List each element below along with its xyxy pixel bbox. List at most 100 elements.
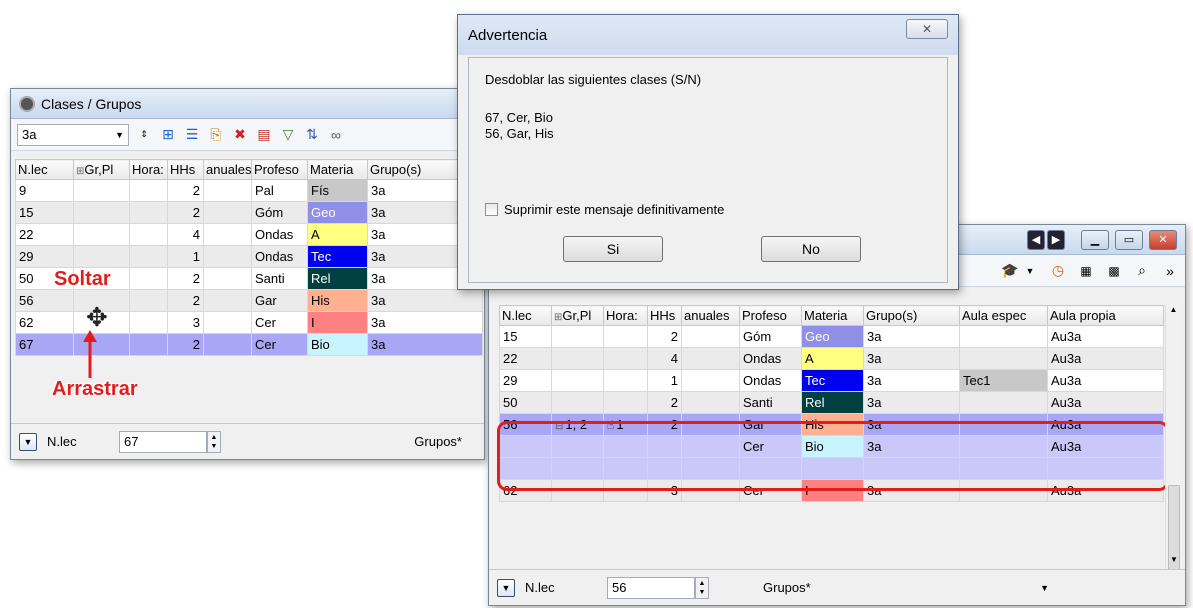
cell-anuales[interactable]: [681, 325, 740, 348]
cell-anuales[interactable]: [203, 333, 252, 356]
cell-hhs[interactable]: 2: [167, 333, 204, 356]
close-button[interactable]: ✕: [906, 19, 948, 39]
maximize-button[interactable]: ▭: [1115, 229, 1143, 250]
suppress-checkbox[interactable]: [485, 203, 498, 216]
cell-anuales[interactable]: [681, 391, 740, 414]
cell-hora[interactable]: [129, 245, 168, 268]
cell-grupo[interactable]: 3a: [863, 391, 960, 414]
cell-anuales[interactable]: [203, 201, 252, 224]
sort-icon[interactable]: ⇅: [303, 126, 321, 144]
vertical-scrollbar[interactable]: ▲ ▼: [1165, 305, 1181, 575]
cell-nlec[interactable]: 15: [499, 325, 552, 348]
cell-prof[interactable]: Ondas: [251, 223, 308, 246]
table-row[interactable]: 9 2 Pal Fís 3a: [15, 179, 483, 202]
grid-icon[interactable]: ▩: [1105, 262, 1123, 280]
cell-grpl[interactable]: [551, 391, 604, 414]
cell-hora[interactable]: [129, 311, 168, 334]
close-button[interactable]: ✕: [1149, 229, 1177, 250]
cell-prof[interactable]: Cer: [251, 311, 308, 334]
cell-grupo[interactable]: 3a: [863, 347, 960, 370]
cell-nlec[interactable]: 29: [499, 369, 552, 392]
cell-prof[interactable]: Ondas: [739, 369, 802, 392]
cell-hora[interactable]: [129, 223, 168, 246]
column-header[interactable]: HHs: [647, 305, 682, 326]
cell-hora[interactable]: [603, 325, 648, 348]
cell-grupo[interactable]: 3a: [367, 333, 483, 356]
cell-nlec[interactable]: 9: [15, 179, 74, 202]
column-header[interactable]: Aula espec: [959, 305, 1048, 326]
table-row[interactable]: 22 4 Ondas A 3a Au3a: [499, 347, 1164, 370]
filter-icon[interactable]: ▽: [279, 126, 297, 144]
nlec-spinner[interactable]: ▲ ▼: [695, 576, 709, 599]
column-header[interactable]: N.lec: [499, 305, 552, 326]
cell-grupo[interactable]: 3a: [863, 325, 960, 348]
cell-materia[interactable]: Geo: [801, 325, 864, 348]
cell-anuales[interactable]: [203, 223, 252, 246]
cell-aula-propia[interactable]: Au3a: [1047, 325, 1164, 348]
cell-hhs[interactable]: 2: [647, 325, 682, 348]
cell-aula-espec[interactable]: [959, 347, 1048, 370]
cell-aula-espec[interactable]: [959, 325, 1048, 348]
cell-prof[interactable]: Gar: [251, 289, 308, 312]
cell-prof[interactable]: Ondas: [739, 347, 802, 370]
cell-aula-propia[interactable]: Au3a: [1047, 391, 1164, 414]
nlec-spinner[interactable]: ▲ ▼: [207, 430, 221, 453]
clock-icon[interactable]: ◷: [1049, 262, 1067, 280]
column-header[interactable]: Hora:: [603, 305, 648, 326]
column-header[interactable]: Aula propia: [1047, 305, 1164, 326]
nav-forward-icon[interactable]: ▶: [1047, 229, 1065, 250]
yes-button[interactable]: Si: [563, 236, 663, 262]
table-row[interactable]: 22 4 Ondas A 3a: [15, 223, 483, 246]
cell-materia[interactable]: Bio: [307, 333, 368, 356]
more-icon[interactable]: »: [1161, 262, 1179, 280]
cell-hhs[interactable]: 2: [647, 391, 682, 414]
cell-grpl[interactable]: [73, 201, 130, 224]
cell-grupo[interactable]: 3a: [367, 311, 483, 334]
cell-materia[interactable]: A: [801, 347, 864, 370]
column-header[interactable]: Hora:: [129, 159, 168, 180]
spin-icon[interactable]: ⇕: [135, 126, 153, 144]
cell-hora[interactable]: [129, 289, 168, 312]
search-icon[interactable]: ⌕: [1133, 262, 1151, 280]
cell-anuales[interactable]: [203, 267, 252, 290]
table-row[interactable]: 15 2 Góm Geo 3a Au3a: [499, 325, 1164, 348]
cell-nlec[interactable]: 22: [499, 347, 552, 370]
cell-prof[interactable]: Cer: [251, 333, 308, 356]
chevron-down-icon[interactable]: ▼: [1021, 262, 1039, 280]
column-header[interactable]: N.lec: [15, 159, 74, 180]
cell-hhs[interactable]: 2: [167, 179, 204, 202]
cell-prof[interactable]: Góm: [739, 325, 802, 348]
grupos-select[interactable]: Grupos* ▼: [759, 577, 1053, 599]
column-header[interactable]: Materia: [307, 159, 368, 180]
chevron-down-icon[interactable]: ▼: [1040, 583, 1049, 593]
cell-hhs[interactable]: 2: [167, 289, 204, 312]
column-header[interactable]: Profeso: [251, 159, 308, 180]
grupos-select[interactable]: Grupos*: [414, 434, 462, 449]
nlec-input[interactable]: 56: [607, 576, 695, 599]
table-row[interactable]: 50 2 Santi Rel 3a Au3a: [499, 391, 1164, 414]
chevron-down-icon[interactable]: ▼: [115, 130, 124, 140]
delete-icon[interactable]: ✖: [231, 126, 249, 144]
class-selector-combo[interactable]: 3a ▼: [17, 123, 129, 146]
cell-hhs[interactable]: 2: [167, 201, 204, 224]
cell-nlec[interactable]: 15: [15, 201, 74, 224]
no-button[interactable]: No: [761, 236, 861, 262]
cell-prof[interactable]: Góm: [251, 201, 308, 224]
cell-prof[interactable]: Pal: [251, 179, 308, 202]
cell-hora[interactable]: [603, 391, 648, 414]
cell-prof[interactable]: Ondas: [251, 245, 308, 268]
nlec-input[interactable]: 67: [119, 430, 207, 453]
cell-grpl[interactable]: [73, 179, 130, 202]
cell-grpl[interactable]: [73, 223, 130, 246]
calendar-icon[interactable]: ▦: [1077, 262, 1095, 280]
scroll-up-icon[interactable]: ▲: [1166, 305, 1181, 321]
cell-materia[interactable]: Fís: [307, 179, 368, 202]
cell-anuales[interactable]: [203, 179, 252, 202]
chevron-down-icon[interactable]: ▼: [497, 578, 515, 597]
cell-grpl[interactable]: [551, 325, 604, 348]
cell-prof[interactable]: Santi: [739, 391, 802, 414]
cell-anuales[interactable]: [203, 289, 252, 312]
column-header[interactable]: anuales: [681, 305, 740, 326]
cell-grpl[interactable]: [551, 347, 604, 370]
cell-materia[interactable]: Rel: [307, 267, 368, 290]
